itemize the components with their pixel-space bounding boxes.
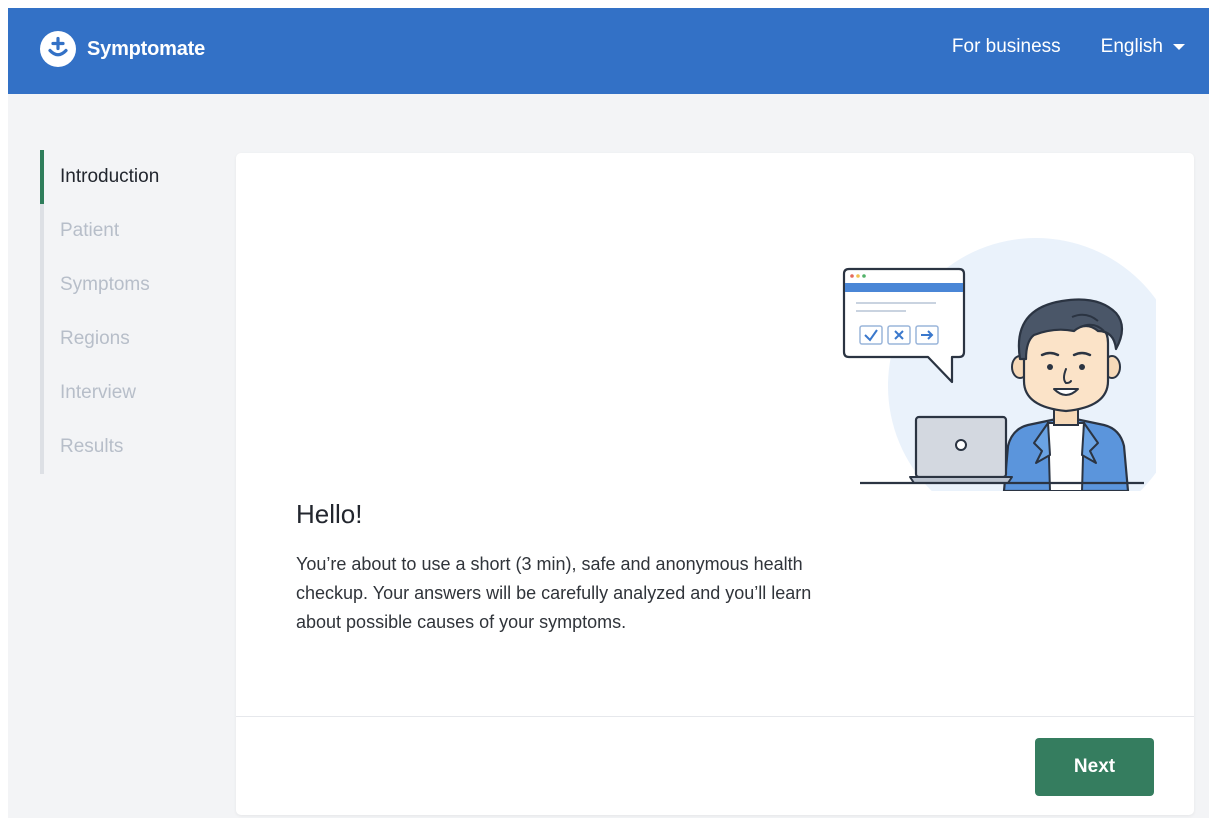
card-footer: Next — [236, 716, 1194, 816]
header-nav: For business English — [952, 36, 1185, 58]
brand-name: Symptomate — [87, 37, 206, 60]
top-navigation-bar: Symptomate For business English — [8, 8, 1209, 94]
language-selector[interactable]: English — [1101, 36, 1185, 58]
step-introduction[interactable]: Introduction — [40, 150, 200, 204]
for-business-link[interactable]: For business — [952, 36, 1061, 58]
step-results[interactable]: Results — [40, 420, 200, 474]
doctor-laptop-illustration — [842, 238, 1156, 491]
laptop-icon — [909, 415, 1013, 484]
step-symptoms[interactable]: Symptoms — [40, 258, 200, 312]
logo-icon — [40, 31, 76, 67]
intro-section: Hello! You’re about to use a short (3 mi… — [296, 499, 816, 637]
step-regions[interactable]: Regions — [40, 312, 200, 366]
step-interview[interactable]: Interview — [40, 366, 200, 420]
greeting-heading: Hello! — [296, 499, 363, 529]
next-button[interactable]: Next — [1035, 738, 1154, 796]
main-card: Hello! You’re about to use a short (3 mi… — [236, 153, 1194, 815]
language-label: English — [1100, 36, 1163, 57]
app-frame: Symptomate For business English Introduc… — [8, 8, 1209, 818]
brand-link[interactable]: Symptomate — [40, 31, 205, 67]
steps-sidebar: Introduction Patient Symptoms Regions In… — [40, 150, 200, 474]
intro-text: You’re about to use a short (3 min), saf… — [296, 554, 812, 632]
step-patient[interactable]: Patient — [40, 204, 200, 258]
caret-down-icon — [1173, 44, 1185, 50]
